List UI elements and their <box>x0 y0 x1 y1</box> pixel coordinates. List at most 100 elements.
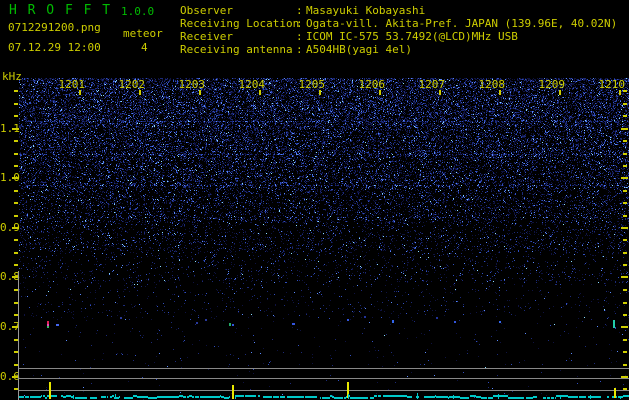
output-filename: 0712291200.png <box>8 21 101 34</box>
datetime-label: 07.12.29 12:00 <box>8 41 101 54</box>
meteor-echo-blip <box>229 323 231 326</box>
freq-minor-tick-right <box>623 202 627 204</box>
meteor-echo-blip <box>499 321 501 323</box>
time-axis-label: 1206 <box>358 78 386 91</box>
time-minute-tick <box>619 90 621 95</box>
freq-axis-label: 0.6 <box>0 370 20 383</box>
freq-minor-tick <box>14 165 18 167</box>
meteor-marker-spike <box>614 388 616 398</box>
meteor-echo-blip <box>613 320 615 328</box>
freq-minor-tick <box>14 252 18 254</box>
freq-minor-tick-right <box>623 252 627 254</box>
freq-axis-label: 0.9 <box>0 221 20 234</box>
freq-major-tick <box>12 227 19 229</box>
freq-major-tick-right <box>621 276 628 278</box>
time-minute-tick <box>499 90 501 95</box>
meteor-echo-blip <box>392 320 394 323</box>
plot-left-border <box>18 271 19 400</box>
freq-axis-label: 1.1 <box>0 122 20 135</box>
freq-minor-tick-right <box>623 264 627 266</box>
signal-strip-gridline <box>19 390 629 391</box>
spectrogram-canvas <box>19 78 629 400</box>
time-minute-tick <box>319 90 321 95</box>
signal-level-spike <box>235 396 236 399</box>
time-axis-label: 1204 <box>238 78 266 91</box>
freq-minor-tick <box>14 153 18 155</box>
meteor-echo-blip <box>347 319 349 321</box>
freq-major-tick-right <box>621 177 628 179</box>
mode-label: meteor <box>123 27 163 40</box>
meteor-count: 4 <box>141 41 148 54</box>
freq-minor-tick <box>14 90 18 92</box>
freq-minor-tick <box>14 264 18 266</box>
freq-minor-tick <box>14 103 18 105</box>
meteor-echo-blip <box>364 316 366 318</box>
freq-minor-tick-right <box>623 239 627 241</box>
freq-minor-tick-right <box>623 351 627 353</box>
meteor-echo-blip <box>120 317 122 319</box>
station-info-row: Receiving antenna: A504HB(yagi 4el) <box>180 44 617 57</box>
station-info-value: Ogata-vill. Akita-Pref. JAPAN (139.96E, … <box>306 17 618 30</box>
freq-minor-tick-right <box>623 115 627 117</box>
freq-minor-tick <box>14 239 18 241</box>
time-minute-tick <box>199 90 201 95</box>
freq-minor-tick <box>14 115 18 117</box>
freq-minor-tick-right <box>623 153 627 155</box>
freq-minor-tick <box>14 215 18 217</box>
freq-minor-tick <box>14 190 18 192</box>
station-info-label: Receiving Location <box>180 17 300 30</box>
freq-minor-tick <box>14 202 18 204</box>
station-info-label: Receiving antenna <box>180 43 293 56</box>
meteor-echo-blip <box>205 319 207 321</box>
time-axis-label: 1208 <box>478 78 506 91</box>
freq-minor-tick-right <box>623 215 627 217</box>
time-axis-label: 1203 <box>178 78 206 91</box>
time-minute-tick <box>559 90 561 95</box>
meteor-echo-blip <box>196 322 198 324</box>
station-info-colon: : <box>296 43 303 56</box>
time-minute-tick <box>79 90 81 95</box>
freq-minor-tick-right <box>623 364 627 366</box>
signal-level-spike <box>417 393 418 399</box>
freq-minor-tick-right <box>623 190 627 192</box>
signal-level-spike <box>560 396 561 399</box>
freq-axis-label: 0.7 <box>0 320 20 333</box>
station-info-value: Masayuki Kobayashi <box>306 4 426 17</box>
time-axis-label: 1205 <box>298 78 326 91</box>
freq-minor-tick-right <box>623 302 627 304</box>
time-axis-label: 1201 <box>58 78 86 91</box>
freq-major-tick-right <box>621 128 628 130</box>
signal-level-spike <box>115 394 116 399</box>
station-info-value: ICOM IC-575 53.7492(@LCD)MHz USB <box>306 30 518 43</box>
meteor-marker-spike <box>49 382 51 399</box>
freq-axis-label: 1.0 <box>0 171 20 184</box>
freq-minor-tick-right <box>623 140 627 142</box>
time-axis-label: 1210 <box>598 78 626 91</box>
meteor-echo-blip <box>436 317 438 319</box>
station-info-label: Receiver <box>180 30 233 43</box>
signal-strip-gridline <box>19 368 629 369</box>
freq-major-tick-right <box>621 326 628 328</box>
signal-level-spike <box>73 395 74 399</box>
freq-minor-tick-right <box>623 339 627 341</box>
station-info-colon: : <box>296 17 303 30</box>
freq-minor-tick-right <box>623 289 627 291</box>
freq-axis-label: 0.8 <box>0 270 20 283</box>
signal-level-spike <box>590 395 591 399</box>
freq-minor-tick-right <box>623 314 627 316</box>
time-axis-label: 1207 <box>418 78 446 91</box>
station-info-label: Observer <box>180 4 233 17</box>
signal-level-spike <box>498 394 499 399</box>
meteor-echo-blip <box>454 321 456 323</box>
freq-major-tick <box>12 177 19 179</box>
freq-minor-tick-right <box>623 103 627 105</box>
freq-major-tick-right <box>621 227 628 229</box>
time-minute-tick <box>259 90 261 95</box>
signal-level-spike <box>453 395 454 399</box>
station-info-colon: : <box>296 30 303 43</box>
hrofft-output-window: H R O F F T 1.0.0 0712291200.png meteor … <box>0 0 629 400</box>
app-title: H R O F F T <box>9 3 112 18</box>
meteor-echo-blip <box>56 324 59 326</box>
time-minute-tick <box>379 90 381 95</box>
freq-minor-tick-right <box>623 165 627 167</box>
